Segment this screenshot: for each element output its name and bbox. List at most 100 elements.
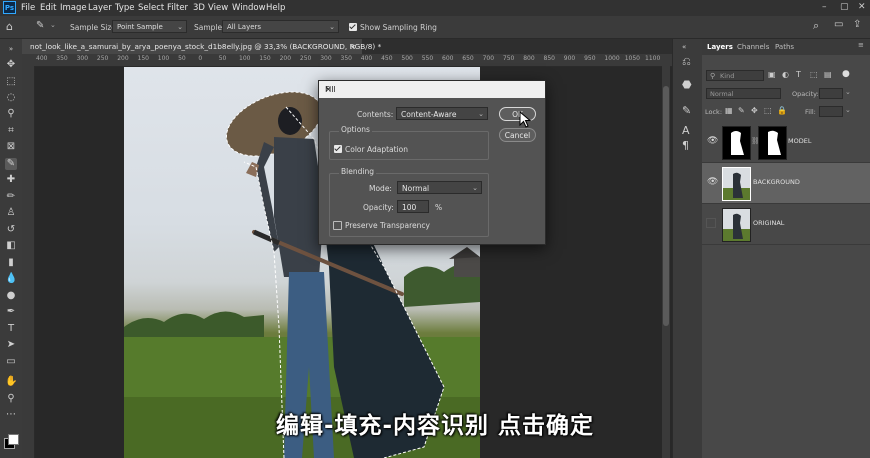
kind-filter-select[interactable]: ⚲ Kind: [706, 70, 764, 81]
zoom-tool-icon[interactable]: ⚲: [5, 393, 17, 405]
lasso-tool-icon[interactable]: ◌: [5, 92, 17, 104]
search-icon[interactable]: ⌕: [813, 19, 819, 33]
contents-select[interactable]: Content-Aware ⌄: [396, 107, 488, 120]
brush-tool-icon[interactable]: ✏: [5, 191, 17, 203]
rectangle-tool-icon[interactable]: ▭: [5, 356, 17, 368]
eraser-tool-icon[interactable]: ◧: [5, 240, 17, 252]
layer-name: MODEL: [788, 137, 812, 145]
menu-window[interactable]: Window: [232, 3, 266, 13]
eye-icon[interactable]: 👁: [707, 177, 718, 187]
filter-adjustment-icon[interactable]: ◐: [782, 70, 789, 79]
blur-tool-icon[interactable]: 💧: [5, 273, 17, 285]
menu-help[interactable]: Help: [266, 3, 285, 13]
pen-tool-icon[interactable]: ✒: [5, 306, 17, 318]
lock-pixels-icon[interactable]: ✎: [738, 106, 745, 115]
collapse-panels-icon[interactable]: «: [682, 43, 686, 51]
lock-position-icon[interactable]: ✥: [751, 106, 758, 115]
scroll-thumb[interactable]: [663, 86, 669, 326]
layer-row-model[interactable]: 👁 ⛓ MODEL: [702, 122, 870, 163]
minimize-icon[interactable]: –: [822, 2, 827, 12]
menu-view[interactable]: View: [208, 3, 228, 13]
eyedropper-tool-icon[interactable]: ✎: [5, 158, 17, 170]
menu-layer[interactable]: Layer: [88, 3, 112, 13]
type-tool-icon[interactable]: T: [5, 323, 17, 335]
layer-opacity-field[interactable]: [819, 88, 843, 99]
healing-brush-tool-icon[interactable]: ✚: [5, 174, 17, 186]
filter-smart-object-icon[interactable]: ▤: [824, 70, 832, 79]
brush-panel-icon[interactable]: ✎: [682, 104, 691, 117]
visibility-toggle-off[interactable]: [706, 218, 716, 228]
workspace-icon[interactable]: ▭: [834, 19, 843, 30]
menu-type[interactable]: Type: [115, 3, 135, 13]
collapse-panel-icon[interactable]: »: [5, 43, 17, 55]
filter-pixel-icon[interactable]: ▣: [768, 70, 776, 79]
menu-3d[interactable]: 3D: [193, 3, 205, 13]
fill-chevron-icon[interactable]: ⌄: [845, 106, 851, 114]
close-icon[interactable]: ✕: [325, 85, 539, 94]
clone-stamp-tool-icon[interactable]: ♙: [5, 207, 17, 219]
lock-all-icon[interactable]: 🔒: [777, 106, 787, 115]
share-icon[interactable]: ⇪: [853, 19, 861, 30]
ruler-tick-label: 350: [340, 55, 352, 62]
layer-row-background[interactable]: 👁 BACKGROUND: [702, 163, 870, 204]
menu-select[interactable]: Select: [138, 3, 164, 13]
restore-icon[interactable]: ▢: [840, 2, 849, 12]
path-selection-tool-icon[interactable]: ➤: [5, 339, 17, 351]
preserve-transparency-checkbox[interactable]: [333, 221, 342, 230]
lock-artboard-icon[interactable]: ⬚: [764, 106, 772, 115]
layer-fill-field[interactable]: [819, 106, 843, 117]
tab-layers[interactable]: Layers: [707, 43, 733, 51]
move-tool-icon[interactable]: ✥: [5, 59, 17, 71]
home-icon[interactable]: ⌂: [6, 20, 13, 33]
menu-filter[interactable]: Filter: [167, 3, 188, 13]
frame-tool-icon[interactable]: ⊠: [5, 141, 17, 153]
tab-paths[interactable]: Paths: [775, 43, 794, 51]
color-adaptation-checkbox[interactable]: [334, 145, 342, 153]
tool-preset-chevron-icon[interactable]: ⌄: [50, 21, 56, 29]
layer-row-original[interactable]: ORIGINAL: [702, 204, 870, 245]
layer-mask-thumbnail[interactable]: [758, 126, 787, 160]
panel-menu-icon[interactable]: ≡: [858, 41, 864, 49]
mode-select[interactable]: Normal ⌄: [397, 181, 482, 194]
document-tab[interactable]: not_look_like_a_samurai_by_arya_poenya_s…: [22, 39, 381, 54]
cancel-button[interactable]: Cancel: [499, 128, 536, 142]
gradient-tool-icon[interactable]: ▮: [5, 257, 17, 269]
filter-type-icon[interactable]: T: [796, 70, 801, 79]
quick-selection-tool-icon[interactable]: ⚲: [5, 108, 17, 120]
paragraph-panel-icon[interactable]: ¶: [682, 139, 689, 152]
filter-toggle-icon[interactable]: ●: [842, 69, 850, 79]
sample-select[interactable]: All Layers ⌄: [222, 20, 339, 33]
vertical-scrollbar[interactable]: [662, 66, 670, 458]
history-brush-tool-icon[interactable]: ↺: [5, 224, 17, 236]
opacity-chevron-icon[interactable]: ⌄: [845, 88, 851, 96]
crop-tool-icon[interactable]: ⌗: [5, 125, 17, 137]
close-window-icon[interactable]: ✕: [858, 2, 866, 12]
layer-thumbnail: [722, 167, 751, 201]
marquee-tool-icon[interactable]: ⬚: [5, 76, 17, 88]
tab-channels[interactable]: Channels: [737, 43, 769, 51]
ruler-tick-label: 250: [299, 55, 312, 62]
ruler-tick-label: 100: [157, 55, 170, 62]
show-sampling-ring-checkbox[interactable]: [349, 23, 357, 31]
history-panel-icon[interactable]: ⎌: [682, 55, 691, 69]
eye-icon[interactable]: 👁: [707, 136, 718, 146]
dialog-title-bar[interactable]: Fill ✕: [319, 81, 545, 98]
close-tab-icon[interactable]: ×: [350, 42, 356, 51]
eyedropper-tool-icon[interactable]: ✎: [36, 20, 44, 31]
filter-shape-icon[interactable]: ⬚: [810, 70, 818, 79]
menu-image[interactable]: Image: [60, 3, 87, 13]
mouse-cursor-icon: [519, 111, 532, 128]
layer-name: BACKGROUND: [753, 178, 800, 186]
menu-edit[interactable]: Edit: [40, 3, 56, 13]
character-panel-icon[interactable]: A: [682, 124, 690, 137]
adjustments-panel-icon[interactable]: ⬣: [682, 78, 692, 91]
opacity-input[interactable]: 100: [397, 200, 429, 213]
lock-transparent-icon[interactable]: ▦: [725, 106, 733, 115]
menu-file[interactable]: File: [21, 3, 35, 13]
ruler-tick-label: 700: [482, 55, 495, 62]
chevron-down-icon: ⌄: [472, 184, 478, 192]
dodge-tool-icon[interactable]: ●: [5, 290, 17, 302]
blend-mode-select[interactable]: Normal: [706, 88, 781, 99]
sample-size-select[interactable]: Point Sample ⌄: [112, 20, 187, 33]
hand-tool-icon[interactable]: ✋: [5, 376, 17, 388]
